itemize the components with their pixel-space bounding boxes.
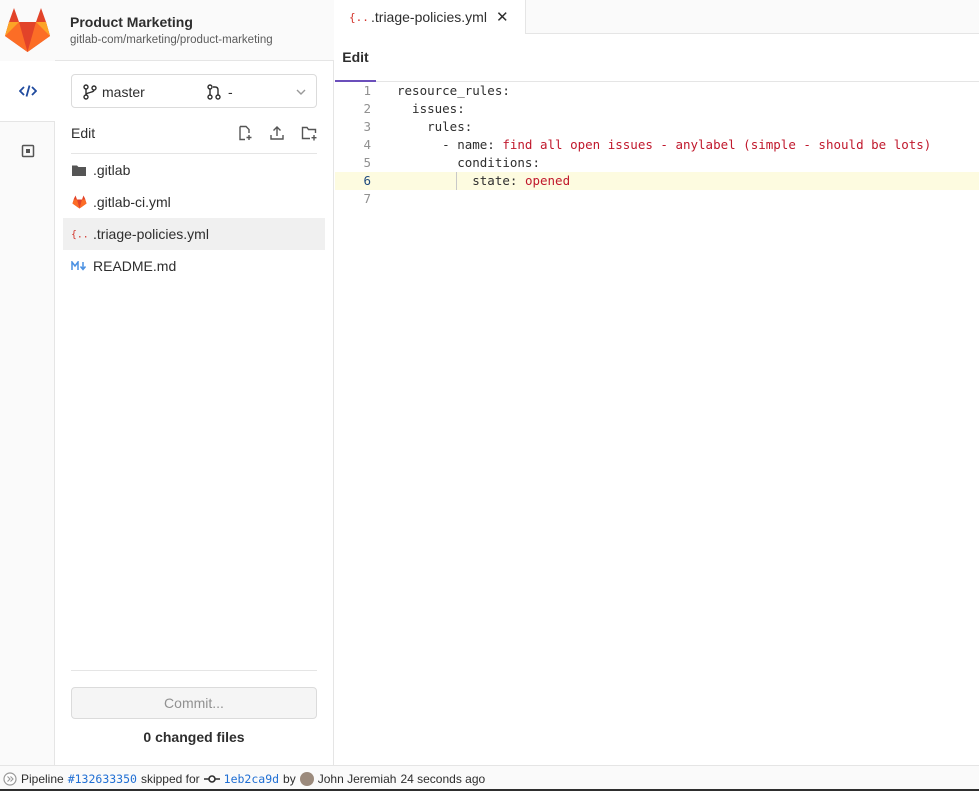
- yaml-icon: {..}: [349, 11, 367, 24]
- line-number: 7: [363, 191, 371, 206]
- author-name[interactable]: John Jeremiah: [318, 772, 397, 786]
- file-item-readme[interactable]: README.md: [63, 250, 325, 282]
- file-tree-toolbar: Edit: [71, 122, 317, 154]
- file-name: .triage-policies.yml: [93, 226, 209, 242]
- code-line: 3 rules:: [335, 118, 979, 136]
- commit-review-icon: [21, 144, 34, 158]
- pipeline-label: Pipeline: [21, 771, 64, 786]
- line-number: 2: [363, 101, 371, 116]
- pipeline-skipped-icon[interactable]: [3, 771, 17, 786]
- line-text: state: opened: [397, 173, 571, 188]
- line-text: - name: find all open issues - anylabel …: [397, 137, 932, 152]
- line-number: 3: [363, 119, 371, 134]
- project-path: gitlab-com/marketing/product-marketing: [70, 34, 273, 46]
- time-ago: 24 seconds ago: [400, 771, 486, 786]
- commit-button[interactable]: Commit...: [71, 687, 317, 719]
- line-text: rules:: [397, 119, 473, 134]
- upload-icon: [270, 126, 284, 140]
- file-name: .gitlab-ci.yml: [93, 194, 171, 210]
- new-file-button[interactable]: [234, 122, 256, 144]
- commit-icon: [203, 774, 220, 783]
- upload-file-button[interactable]: [266, 122, 288, 144]
- file-name: .gitlab: [93, 162, 131, 178]
- yaml-icon: {..}: [71, 226, 87, 242]
- line-number: 4: [363, 137, 371, 152]
- file-tree-panel: master - Edit .gitlab .gitlab-ci.yml {. …: [55, 61, 334, 765]
- branch-icon: [83, 84, 97, 100]
- code-line: 7: [335, 190, 979, 208]
- editor-mode-bar: Edit: [335, 34, 979, 82]
- editor-tab-bar: {..} .triage-policies.yml ✕: [335, 0, 979, 34]
- line-text: conditions:: [397, 155, 540, 170]
- avatar[interactable]: [299, 771, 314, 786]
- merge-request-label: -: [228, 84, 233, 100]
- tab-triage-policies[interactable]: {..} .triage-policies.yml ✕: [335, 0, 526, 34]
- line-number: 6: [363, 173, 371, 188]
- file-item-gitlab-ci[interactable]: .gitlab-ci.yml: [63, 186, 325, 218]
- editor-area: {..} .triage-policies.yml ✕ Edit 1 resou…: [335, 0, 979, 765]
- line-number: 1: [363, 83, 371, 98]
- project-header[interactable]: Product Marketing gitlab-com/marketing/p…: [55, 0, 334, 61]
- branch-dropdown[interactable]: master -: [71, 74, 317, 108]
- svg-text:{..}: {..}: [349, 11, 367, 24]
- merge-request-icon: [207, 84, 221, 100]
- code-line: 4 - name: find all open issues - anylabe…: [335, 136, 979, 154]
- commit-sha-link[interactable]: 1eb2ca9d: [224, 772, 279, 786]
- by-label: by: [283, 771, 296, 786]
- edit-mode-button[interactable]: [0, 61, 56, 121]
- code-line: 5 conditions:: [335, 154, 979, 172]
- project-name[interactable]: Product Marketing: [70, 14, 193, 30]
- gitlab-logo[interactable]: [0, 0, 55, 61]
- code-line: 1 resource_rules:: [335, 82, 979, 100]
- file-list: .gitlab .gitlab-ci.yml {..} .triage-poli…: [63, 154, 325, 282]
- pipeline-status-text: skipped for: [140, 771, 200, 786]
- file-item-gitlab-folder[interactable]: .gitlab: [63, 154, 325, 186]
- file-item-triage-policies[interactable]: {..} .triage-policies.yml: [63, 218, 325, 250]
- code-line: 2 issues:: [335, 100, 979, 118]
- tab-label: .triage-policies.yml: [371, 9, 487, 25]
- markdown-icon: [71, 258, 87, 274]
- changed-files-count: 0 changed files: [143, 729, 245, 745]
- code-icon: [19, 85, 37, 97]
- new-folder-icon: [301, 126, 316, 141]
- line-text: issues:: [397, 101, 465, 116]
- folder-icon: [71, 162, 87, 178]
- code-editor[interactable]: 1 resource_rules: 2 issues: 3 rules: 4 -…: [335, 82, 979, 208]
- file-name: README.md: [93, 258, 177, 274]
- chevron-down-icon: [296, 89, 306, 95]
- pipeline-link[interactable]: #132633350: [68, 772, 137, 786]
- code-line-current: 6 state: opened: [335, 172, 979, 190]
- gitlab-logo-icon: [5, 8, 50, 52]
- branch-name: master: [102, 84, 145, 100]
- line-text: resource_rules:: [397, 83, 510, 98]
- gitlab-ci-icon: [71, 194, 87, 210]
- commit-mode-button[interactable]: [0, 121, 55, 181]
- new-directory-button[interactable]: [298, 122, 320, 144]
- status-bar: Pipeline #132633350 skipped for 1eb2ca9d…: [0, 765, 979, 791]
- tab-edit[interactable]: Edit: [335, 34, 376, 82]
- close-tab-icon[interactable]: ✕: [496, 8, 509, 26]
- new-file-icon: [239, 125, 252, 141]
- commit-divider: [71, 670, 317, 671]
- file-tree-title: Edit: [71, 125, 96, 141]
- svg-text:{..}: {..}: [71, 230, 87, 241]
- line-number: 5: [363, 155, 371, 170]
